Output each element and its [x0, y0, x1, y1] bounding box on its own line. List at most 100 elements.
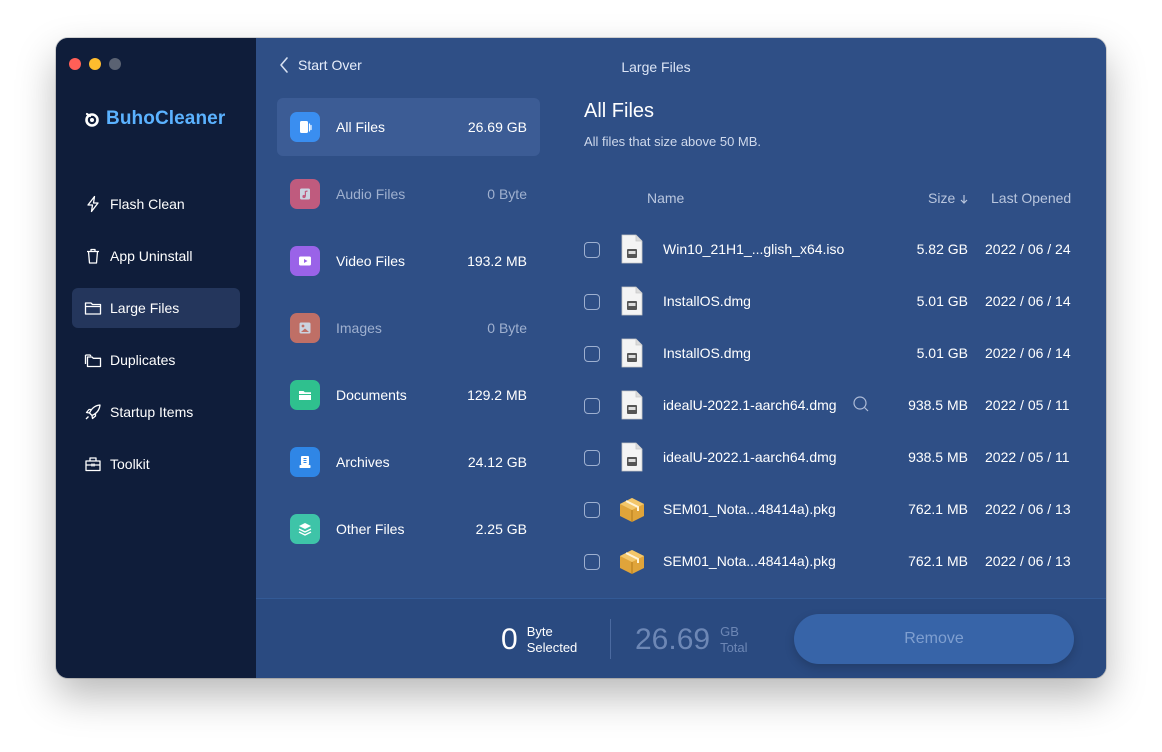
- file-last-opened: 2022 / 05 / 11: [985, 397, 1070, 413]
- category-name: Other Files: [336, 521, 405, 537]
- package-file-icon: [618, 546, 646, 576]
- row-checkbox[interactable]: [584, 450, 600, 466]
- category-list: All Files 26.69 GB Audio Files 0 Byte Vi…: [277, 98, 540, 567]
- table-header: Name Size Last Opened: [584, 190, 1106, 210]
- sidebar-item-label: Duplicates: [110, 352, 176, 368]
- table-row[interactable]: idealU-2022.1-aarch64.dmg 938.5 MB 2022 / …: [584, 380, 1106, 432]
- remove-button[interactable]: Remove: [794, 614, 1074, 664]
- app-name: BuhoCleaner: [106, 108, 226, 129]
- row-checkbox[interactable]: [584, 294, 600, 310]
- layers-icon: [290, 514, 320, 544]
- row-checkbox[interactable]: [584, 554, 600, 570]
- folder-open-icon: [290, 380, 320, 410]
- table-row[interactable]: Win10_21H1_...glish_x64.iso 5.82 GB 2022 /…: [584, 224, 1106, 276]
- trash-icon: [87, 248, 99, 264]
- category-name: All Files: [336, 119, 386, 135]
- file-size: 5.01 GB: [916, 345, 968, 361]
- file-size: 762.1 MB: [908, 501, 968, 517]
- table-row[interactable]: idealU-2022.1-aarch64.dmg 938.5 MB 2022 / …: [584, 432, 1106, 484]
- category-archives[interactable]: Archives 24.12 GB: [277, 433, 540, 491]
- sort-arrow-down-icon: [960, 195, 968, 205]
- sidebar: BuhoCleaner Flash Clean App Uninstall La…: [56, 38, 256, 678]
- sidebar-item-large-files[interactable]: Large Files: [72, 288, 240, 328]
- disk-image-file-icon: [618, 338, 646, 368]
- column-last-opened[interactable]: Last Opened: [991, 190, 1071, 206]
- file-name: InstallOS.dmg: [663, 345, 751, 361]
- category-size: 0 Byte: [487, 186, 527, 202]
- file-size: 762.1 MB: [908, 553, 968, 569]
- row-checkbox[interactable]: [584, 398, 600, 414]
- total-value: 26.69: [635, 623, 711, 656]
- row-checkbox[interactable]: [584, 242, 600, 258]
- close-window-button[interactable]: [69, 58, 81, 70]
- content-subtitle: All files that size above 50 MB.: [584, 134, 762, 149]
- file-name: Win10_21H1_...glish_x64.iso: [663, 241, 845, 257]
- selected-value: 0: [501, 623, 518, 656]
- sidebar-item-duplicates[interactable]: Duplicates: [72, 340, 240, 380]
- archive-icon: [290, 447, 320, 477]
- category-size: 2.25 GB: [475, 521, 527, 537]
- footer-bar: 0 Byte Selected 26.69 GB Total Remove: [256, 598, 1106, 678]
- sidebar-item-startup-items[interactable]: Startup Items: [72, 392, 240, 432]
- file-name: idealU-2022.1-aarch64.dmg: [663, 449, 837, 465]
- disk-image-file-icon: [618, 390, 646, 420]
- file-size: 938.5 MB: [908, 397, 968, 413]
- sidebar-nav: Flash Clean App Uninstall Large Files Du…: [72, 184, 240, 496]
- column-size[interactable]: Size: [928, 190, 969, 206]
- file-size: 5.82 GB: [916, 241, 968, 257]
- buho-logo-icon: [85, 112, 99, 127]
- file-last-opened: 2022 / 06 / 13: [985, 501, 1071, 517]
- sidebar-item-label: Startup Items: [110, 404, 194, 420]
- sidebar-item-toolkit[interactable]: Toolkit: [72, 444, 240, 484]
- file-name: SEM01_Nota...48414a).pkg: [663, 553, 836, 569]
- music-note-icon: [290, 179, 320, 209]
- table-row[interactable]: SEM01_Nota...48414a).pkg 762.1 MB 2022 / 0…: [584, 484, 1106, 536]
- sidebar-item-label: App Uninstall: [110, 248, 193, 264]
- all-files-icon: [290, 112, 320, 142]
- app-logo: BuhoCleaner: [84, 108, 225, 130]
- image-icon: [290, 313, 320, 343]
- category-images[interactable]: Images 0 Byte: [277, 299, 540, 357]
- content-title: All Files: [584, 100, 655, 122]
- disk-image-file-icon: [618, 442, 646, 472]
- file-last-opened: 2022 / 05 / 11: [985, 449, 1070, 465]
- category-size: 26.69 GB: [467, 119, 527, 135]
- column-name[interactable]: Name: [647, 190, 684, 206]
- sidebar-item-app-uninstall[interactable]: App Uninstall: [72, 236, 240, 276]
- category-name: Audio Files: [336, 186, 406, 202]
- zoom-window-button[interactable]: [109, 58, 121, 70]
- table-row[interactable]: SEM01_Nota...48414a).pkg 762.1 MB 2022 / 0…: [584, 536, 1106, 588]
- window-controls: [69, 58, 121, 70]
- category-all-files[interactable]: All Files 26.69 GB: [277, 98, 540, 156]
- file-last-opened: 2022 / 06 / 14: [985, 345, 1071, 361]
- sidebar-item-label: Toolkit: [110, 456, 150, 472]
- minimize-window-button[interactable]: [89, 58, 101, 70]
- row-checkbox[interactable]: [584, 502, 600, 518]
- file-last-opened: 2022 / 06 / 14: [985, 293, 1071, 309]
- main-panel: Start Over Large Files All Files 26.69 G…: [256, 38, 1106, 678]
- category-name: Archives: [336, 454, 390, 470]
- table-row[interactable]: InstallOS.dmg 5.01 GB 2022 / 06 / 14: [584, 328, 1106, 380]
- row-checkbox[interactable]: [584, 346, 600, 362]
- sidebar-item-label: Large Files: [110, 300, 180, 316]
- category-documents[interactable]: Documents 129.2 MB: [277, 366, 540, 424]
- category-other-files[interactable]: Other Files 2.25 GB: [277, 500, 540, 558]
- category-audio-files[interactable]: Audio Files 0 Byte: [277, 165, 540, 223]
- category-size: 0 Byte: [487, 320, 527, 336]
- category-size: 24.12 GB: [467, 454, 527, 470]
- app-window: BuhoCleaner Flash Clean App Uninstall La…: [56, 38, 1106, 678]
- magnifier-icon[interactable]: [852, 395, 870, 413]
- footer-divider: [610, 619, 611, 659]
- category-video-files[interactable]: Video Files 193.2 MB: [277, 232, 540, 290]
- disk-image-file-icon: [618, 286, 646, 316]
- category-name: Video Files: [336, 253, 406, 269]
- file-name: InstallOS.dmg: [663, 293, 751, 309]
- disk-image-file-icon: [618, 234, 646, 264]
- toolbar: Start Over Large Files: [256, 38, 1106, 94]
- total-unit-label: GB Total: [720, 624, 748, 655]
- file-name: idealU-2022.1-aarch64.dmg: [663, 397, 837, 413]
- category-size: 193.2 MB: [467, 253, 527, 269]
- file-last-opened: 2022 / 06 / 24: [985, 241, 1071, 257]
- sidebar-item-flash-clean[interactable]: Flash Clean: [72, 184, 240, 224]
- table-row[interactable]: InstallOS.dmg 5.01 GB 2022 / 06 / 14: [584, 276, 1106, 328]
